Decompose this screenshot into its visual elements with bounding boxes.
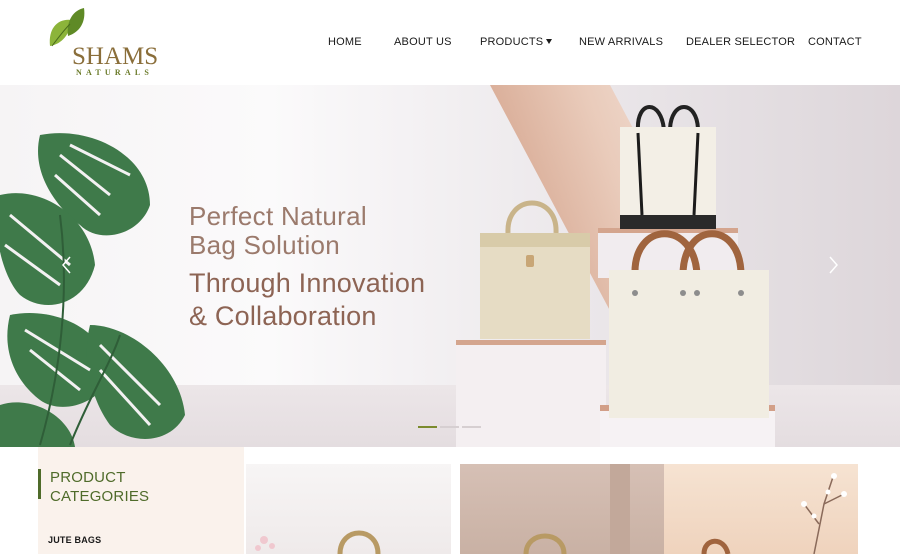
chevron-left-icon xyxy=(62,256,71,274)
product-card-2[interactable] xyxy=(460,464,665,554)
nav-label: NEW ARRIVALS xyxy=(579,36,664,48)
site-header: SHAMS NATURALS HOME ABOUT US PRODUCTS NE… xyxy=(0,0,900,85)
hero-headline-line4: & Collaboration xyxy=(189,301,377,331)
canvas-tote-leather-handle-image xyxy=(609,230,769,418)
nav-products[interactable]: PRODUCTS xyxy=(480,34,553,50)
caret-down-icon xyxy=(546,39,553,44)
jute-bag-image xyxy=(480,200,590,339)
hero-headline-line1: Perfect Natural xyxy=(189,201,367,231)
slider-prev-button[interactable] xyxy=(60,255,74,275)
hero-headline-line2: Bag Solution xyxy=(189,230,341,260)
nav-new-arrivals[interactable]: NEW ARRIVALS xyxy=(579,34,663,50)
nav-dealer-selector[interactable]: DEALER SELECTOR xyxy=(686,34,795,50)
canvas-tote-black-handle-image xyxy=(620,105,716,229)
nav-label: DEALER SELECTOR xyxy=(686,36,796,48)
product-card-image xyxy=(523,464,630,554)
monstera-plant-image xyxy=(0,133,185,447)
categories-heading-line2: CATEGORIES xyxy=(50,488,150,505)
categories-heading-line1: PRODUCT xyxy=(50,469,126,486)
product-categories-panel: PRODUCT CATEGORIES JUTE BAGS xyxy=(38,447,244,554)
nav-about-us[interactable]: ABOUT US xyxy=(394,34,452,50)
nav-label: ABOUT US xyxy=(394,36,452,48)
chevron-right-icon xyxy=(829,256,838,274)
product-card-1[interactable] xyxy=(246,464,451,554)
product-card-image xyxy=(255,530,381,554)
hero-headline-line3: Through Innovation xyxy=(189,268,426,298)
nav-label: PRODUCTS xyxy=(480,36,544,48)
hero-slider: Perfect Natural Bag Solution Through Inn… xyxy=(0,85,900,447)
slider-dot-3[interactable] xyxy=(462,426,481,428)
main-nav: HOME ABOUT US PRODUCTS NEW ARRIVALS DEAL… xyxy=(0,34,900,52)
nav-home[interactable]: HOME xyxy=(328,34,362,50)
slider-dot-2[interactable] xyxy=(440,426,459,428)
pedestal-left xyxy=(456,340,606,447)
nav-label: CONTACT xyxy=(808,36,862,48)
product-card-3[interactable] xyxy=(664,464,858,554)
product-card-image xyxy=(701,473,847,554)
nav-label: HOME xyxy=(328,36,362,48)
brand-tagline: NATURALS xyxy=(76,68,154,77)
slider-next-button[interactable] xyxy=(826,255,840,275)
nav-contact[interactable]: CONTACT xyxy=(808,34,862,50)
category-item-jute-bags[interactable]: JUTE BAGS xyxy=(48,535,101,545)
slider-dot-1[interactable] xyxy=(418,426,437,428)
heading-accent-bar xyxy=(38,469,41,499)
